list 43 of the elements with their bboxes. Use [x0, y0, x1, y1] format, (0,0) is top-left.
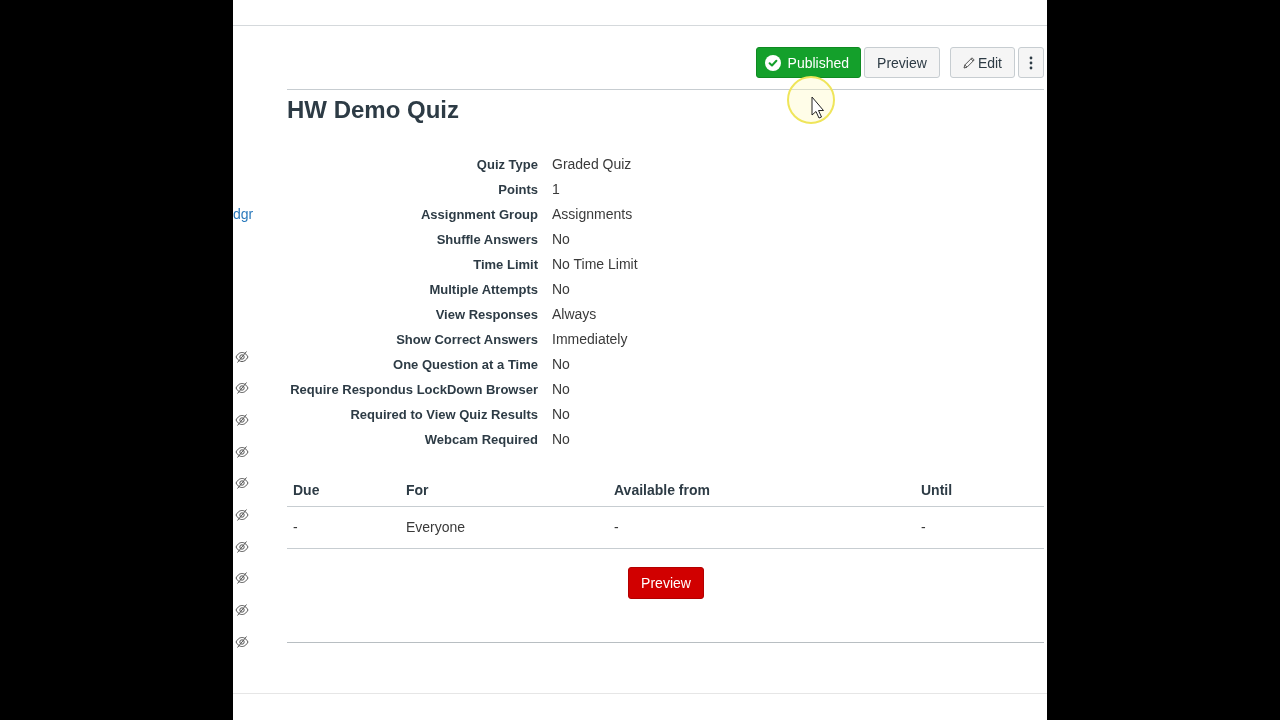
- detail-value: Assignments: [552, 205, 633, 224]
- cursor-icon: [786, 75, 838, 127]
- detail-value: No: [552, 380, 570, 399]
- more-options-button[interactable]: [1018, 47, 1044, 78]
- detail-label: View Responses: [435, 306, 538, 324]
- check-circle-icon: [764, 54, 781, 71]
- table-cell: -: [608, 506, 915, 549]
- edit-button[interactable]: Edit: [949, 47, 1015, 78]
- detail-label: Webcam Required: [424, 431, 538, 449]
- column-header: Until: [915, 472, 1044, 507]
- detail-value: No: [552, 405, 570, 424]
- detail-label: One Question at a Time: [393, 356, 538, 374]
- detail-value: 1: [552, 180, 560, 199]
- detail-value: Always: [552, 305, 597, 324]
- detail-label: Quiz Type: [476, 156, 538, 174]
- detail-label: Show Correct Answers: [396, 331, 538, 349]
- quiz-title: HW Demo Quiz: [287, 95, 459, 125]
- detail-label: Require Respondus LockDown Browser: [290, 381, 538, 399]
- table-cell: -: [287, 506, 400, 549]
- preview-button[interactable]: Preview: [864, 47, 940, 78]
- detail-value: Graded Quiz: [552, 155, 632, 174]
- detail-value: No: [552, 230, 570, 249]
- detail-label: Multiple Attempts: [429, 281, 538, 299]
- published-button[interactable]: Published: [755, 47, 862, 78]
- link[interactable]: dgr: [233, 204, 254, 224]
- detail-label: Shuffle Answers: [436, 231, 538, 249]
- detail-value: Immediately: [552, 330, 628, 349]
- preview-button[interactable]: Preview: [628, 567, 704, 599]
- column-header: For: [400, 472, 608, 507]
- table-cell: -: [915, 506, 1044, 549]
- detail-label: Assignment Group: [421, 206, 538, 224]
- detail-label: Time Limit: [473, 256, 538, 274]
- detail-value: No: [552, 280, 570, 299]
- detail-value: No Time Limit: [552, 255, 638, 274]
- pencil-icon: [961, 55, 976, 70]
- column-header: Available from: [608, 472, 915, 507]
- detail-label: Points: [498, 181, 538, 199]
- vertical-dots-icon: [1029, 55, 1033, 70]
- column-header: Due: [287, 472, 400, 507]
- detail-value: No: [552, 430, 570, 449]
- detail-label: Required to View Quiz Results: [350, 406, 538, 424]
- detail-value: No: [552, 355, 570, 374]
- table-cell: Everyone: [400, 506, 608, 549]
